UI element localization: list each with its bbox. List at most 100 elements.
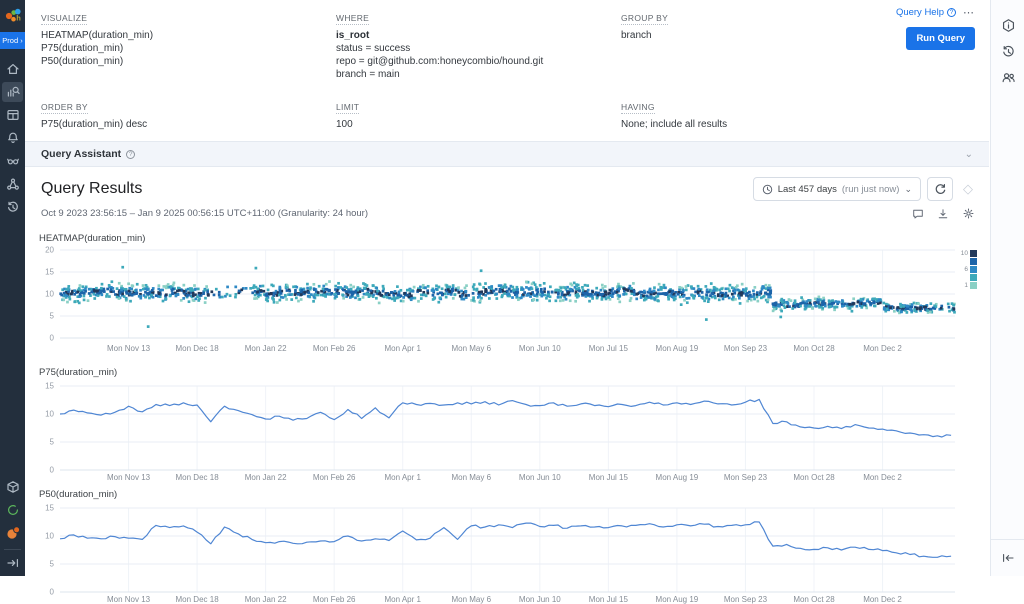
svg-text:Mon May 6: Mon May 6 [451, 595, 491, 604]
download-icon[interactable] [937, 208, 949, 220]
query-help-link[interactable]: Query Help? [896, 7, 956, 18]
activity-history-icon[interactable] [2, 197, 23, 217]
svg-text:Mon Aug 19: Mon Aug 19 [656, 344, 699, 353]
where-item[interactable]: is_root [336, 29, 611, 42]
svg-text:20: 20 [45, 246, 54, 255]
service-map-icon[interactable] [2, 174, 23, 194]
svg-text:Mon Dec 18: Mon Dec 18 [176, 344, 220, 353]
svg-text:Mon Jan 22: Mon Jan 22 [245, 473, 287, 482]
query-builder-icon[interactable] [2, 82, 23, 102]
svg-text:Mon Feb 26: Mon Feb 26 [313, 595, 356, 604]
refresh-icon [934, 183, 946, 195]
svg-text:0: 0 [50, 466, 55, 475]
svg-text:15: 15 [45, 504, 54, 513]
svg-text:Mon Nov 13: Mon Nov 13 [107, 344, 151, 353]
svg-text:Mon Jun 10: Mon Jun 10 [519, 473, 561, 482]
heatmap-plot[interactable]: 05101520Mon Nov 13Mon Dec 18Mon Jan 22Mo… [35, 244, 965, 360]
heatmap-chart-block: HEATMAP(duration_min) 05101520Mon Nov 13… [25, 226, 989, 360]
p75-chart-title: P75(duration_min) [39, 367, 989, 378]
order-by-clause[interactable]: ORDER BY P75(duration_min) desc [41, 97, 336, 131]
left-sidebar: h Prod › [0, 0, 25, 576]
time-range-dropdown[interactable]: Last 457 days (run just now) ⌄ [753, 177, 921, 201]
svg-text:Mon Jan 22: Mon Jan 22 [245, 344, 287, 353]
query-history-icon[interactable] [991, 38, 1024, 64]
svg-text:5: 5 [50, 312, 55, 321]
comment-icon[interactable] [912, 208, 924, 220]
overflow-menu-icon[interactable]: ⋯ [963, 6, 975, 19]
query-assistant-bar[interactable]: Query Assistant ? ⌄ [25, 141, 989, 167]
group-by-item[interactable]: branch [621, 29, 841, 42]
having-item[interactable]: None; include all results [621, 118, 841, 131]
svg-text:10: 10 [45, 410, 54, 419]
info-hexagon-icon[interactable] [991, 12, 1024, 38]
visualize-item[interactable]: P75(duration_min) [41, 42, 326, 55]
environment-switcher[interactable]: Prod › [0, 32, 25, 49]
visualize-item[interactable]: P50(duration_min) [41, 55, 326, 68]
trigger-icon[interactable]: ◇ [959, 181, 977, 197]
collapse-sidebar-icon[interactable] [2, 553, 23, 573]
visualize-item[interactable]: HEATMAP(duration_min) [41, 29, 326, 42]
heatmap-legend-label: 10 [958, 250, 968, 257]
svg-text:Mon Dec 2: Mon Dec 2 [863, 473, 902, 482]
where-item[interactable]: repo = git@github.com:honeycombio/hound.… [336, 55, 611, 68]
results-toolbar [912, 207, 975, 220]
group-by-clause[interactable]: GROUP BY branch [621, 8, 851, 81]
order-by-item[interactable]: P75(duration_min) desc [41, 118, 326, 131]
p75-line-plot[interactable]: 0 5 10 15 Mon Nov 13 Mon Dec 18 Mon Jan 22 Mon … [35, 378, 965, 482]
run-query-button[interactable]: Run Query [906, 27, 975, 50]
collapse-panel-icon[interactable] [991, 545, 1024, 571]
svg-text:Mon Jun 10: Mon Jun 10 [519, 344, 561, 353]
svg-text:Mon Dec 2: Mon Dec 2 [863, 344, 902, 353]
time-range-summary: Oct 9 2023 23:56:15 – Jan 9 2025 00:56:1… [41, 208, 368, 219]
home-icon[interactable] [2, 59, 23, 79]
team-activity-icon[interactable] [991, 64, 1024, 90]
group-by-label: GROUP BY [621, 13, 668, 25]
svg-text:15: 15 [45, 382, 54, 391]
visualize-label: VISUALIZE [41, 13, 87, 25]
svg-text:Mon Aug 19: Mon Aug 19 [656, 473, 699, 482]
alerts-bell-icon[interactable] [2, 128, 23, 148]
limit-clause[interactable]: LIMIT 100 [336, 97, 621, 131]
clock-icon [762, 184, 773, 195]
usage-ring-icon[interactable] [2, 500, 23, 520]
where-item[interactable]: branch = main [336, 68, 611, 81]
p50-line-plot[interactable]: 051015Mon Nov 13Mon Dec 18Mon Jan 22Mon … [35, 500, 965, 604]
visualize-clause[interactable]: VISUALIZE HEATMAP(duration_min) P75(dura… [41, 8, 336, 81]
svg-text:15: 15 [45, 268, 54, 277]
user-avatar[interactable] [2, 523, 23, 543]
svg-text:10: 10 [45, 532, 54, 541]
assistant-help-icon: ? [126, 150, 135, 159]
where-clause[interactable]: WHERE is_root status = success repo = gi… [336, 8, 621, 81]
svg-text:5: 5 [50, 438, 55, 447]
chevron-down-icon[interactable]: ⌄ [965, 149, 973, 160]
packages-icon[interactable] [2, 477, 23, 497]
svg-text:Mon Nov 13: Mon Nov 13 [107, 473, 151, 482]
p75-chart-block: P75(duration_min) 0 5 10 15 Mon Nov 13 Mon De… [25, 360, 989, 482]
having-label: HAVING [621, 102, 655, 114]
svg-text:Mon Dec 2: Mon Dec 2 [863, 595, 902, 604]
svg-text:Mon Jun 10: Mon Jun 10 [519, 595, 561, 604]
heatmap-legend-swatch [970, 250, 977, 257]
results-controls: Last 457 days (run just now) ⌄ ◇ [753, 177, 977, 201]
honeycomb-logo-icon[interactable]: h [0, 2, 25, 30]
where-item[interactable]: status = success [336, 42, 611, 55]
svg-text:Mon Jul 15: Mon Jul 15 [589, 595, 629, 604]
svg-text:h: h [16, 13, 21, 22]
sidebar-divider [4, 549, 21, 550]
limit-label: LIMIT [336, 102, 359, 114]
svg-text:Mon Apr 1: Mon Apr 1 [384, 344, 421, 353]
svg-text:Mon May 6: Mon May 6 [451, 473, 491, 482]
svg-text:Mon May 6: Mon May 6 [451, 344, 491, 353]
datasets-icon[interactable] [2, 151, 23, 171]
settings-gear-icon[interactable] [962, 207, 975, 220]
p50-chart-block: P50(duration_min) 051015Mon Nov 13Mon De… [25, 482, 989, 604]
having-clause[interactable]: HAVING None; include all results [621, 97, 851, 131]
svg-text:Mon Dec 18: Mon Dec 18 [176, 473, 220, 482]
boards-icon[interactable] [2, 105, 23, 125]
sidebar-nav [0, 57, 25, 218]
svg-text:10: 10 [45, 290, 54, 299]
rerun-query-button[interactable] [927, 177, 953, 201]
svg-text:Mon Sep 23: Mon Sep 23 [724, 595, 768, 604]
heatmap-legend-swatch [970, 266, 977, 273]
limit-item[interactable]: 100 [336, 118, 611, 131]
